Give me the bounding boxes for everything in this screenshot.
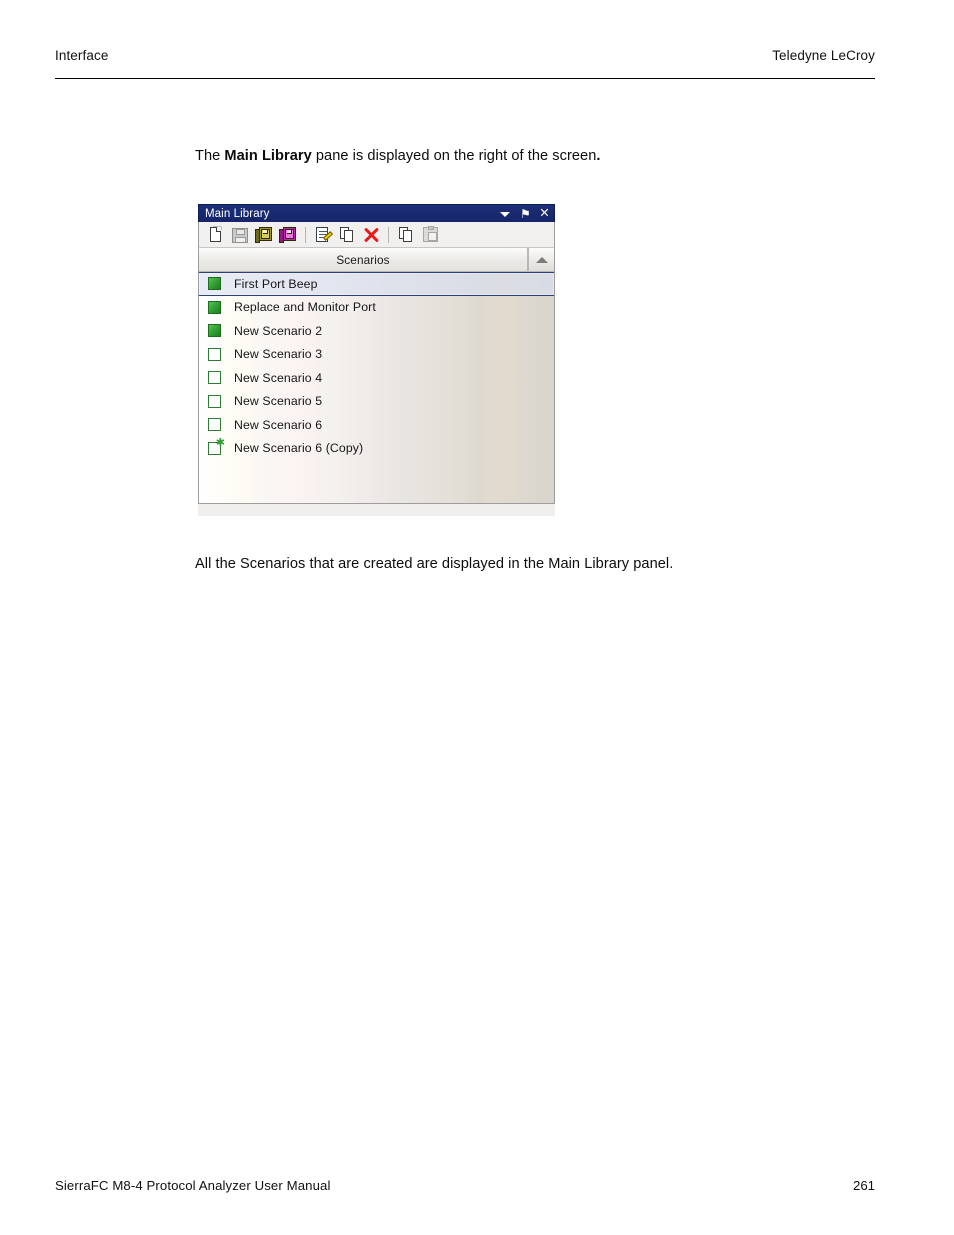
main-library-pane: Main Library ⚑ ✕ Scenarios First Port Be… [198,204,555,516]
titlebar-controls: ⚑ ✕ [500,205,550,223]
toolbar-separator [305,226,306,243]
save-icon-floppy [232,227,248,243]
caption-paragraph: All the Scenarios that are created are d… [195,556,674,572]
paste-icon-sheet [428,231,437,241]
dropdown-caret-icon[interactable] [500,207,511,221]
scenario-checkbox[interactable] [208,394,221,408]
list-item-label: New Scenario 6 [234,417,323,432]
page-header: Interface Teledyne LeCroy [55,48,875,78]
scenario-checkbox[interactable] [208,347,221,361]
open-library-icon-book [255,226,273,243]
paste-icon-clip [428,225,434,230]
copy-scenario-icon-pages [340,226,356,243]
list-item[interactable]: New Scenario 6 [199,413,554,437]
save-icon-shutter [236,228,245,235]
list-item-label: New Scenario 5 [234,394,323,409]
list-item[interactable]: ✱ New Scenario 6 (Copy) [199,437,554,461]
paste-icon-clipboard [423,225,438,242]
list-item-label: Replace and Monitor Port [234,300,376,315]
save-icon-label [235,236,246,242]
new-scenario-icon[interactable] [205,224,227,246]
list-column-header: Scenarios [198,248,555,272]
column-header-scenarios[interactable]: Scenarios [199,248,528,272]
main-library-toolbar [198,222,555,248]
page-number: 261 [852,1178,875,1193]
intro-period: . [596,148,601,164]
list-item-label: New Scenario 4 [234,370,323,385]
page-footer: SierraFC M8-4 Protocol Analyzer User Man… [55,1178,875,1200]
red-x-icon [363,227,379,243]
intro-paragraph: The Main Library pane is displayed on th… [195,146,600,166]
paste-icon[interactable] [419,224,441,246]
intro-suffix: pane is displayed on the right of the sc… [311,148,597,164]
pin-icon[interactable]: ⚑ [520,207,531,221]
sort-ascending-button[interactable] [528,248,554,272]
new-scenario-icon-page [210,226,221,242]
save-icon[interactable] [229,224,251,246]
header-section-title: Interface [55,48,109,63]
modified-asterisk-icon: ✱ [215,436,225,449]
list-item-label: First Port Beep [234,276,318,291]
open-library-icon[interactable] [253,224,275,246]
list-item[interactable]: New Scenario 5 [199,390,554,414]
toolbar-separator [388,226,389,243]
header-divider [55,78,875,79]
footer-document-title: SierraFC M8-4 Protocol Analyzer User Man… [55,1178,331,1193]
scenario-checkbox[interactable] [208,324,221,338]
duplicate-icon-page-front [403,229,412,242]
column-header-scenarios-label: Scenarios [336,252,390,267]
list-item[interactable]: New Scenario 3 [199,343,554,367]
pencil-icon-body [322,230,334,241]
scenario-list[interactable]: First Port Beep Replace and Monitor Port… [198,272,555,504]
intro-prefix: The [195,148,225,164]
scenario-checkbox[interactable] [208,277,221,291]
save-library-icon-book [279,226,297,243]
main-library-titlebar: Main Library ⚑ ✕ [198,204,555,222]
list-item-label: New Scenario 3 [234,347,323,362]
duplicate-icon-pages [399,226,415,243]
edit-scenario-icon[interactable] [312,224,334,246]
list-item-label: New Scenario 2 [234,323,323,338]
panel-title: Main Library [205,207,270,220]
list-item-label: New Scenario 6 (Copy) [234,441,364,456]
save-library-icon-disk [285,228,294,239]
delete-scenario-icon[interactable] [360,224,382,246]
scenario-checkbox[interactable] [208,371,221,385]
close-icon[interactable]: ✕ [539,207,550,221]
save-library-icon[interactable] [277,224,299,246]
scenario-checkbox[interactable] [208,418,221,432]
header-company-name: Teledyne LeCroy [772,48,875,63]
list-item[interactable]: New Scenario 4 [199,366,554,390]
list-item[interactable]: First Port Beep [199,272,554,296]
scenario-checkbox[interactable]: ✱ [208,437,225,455]
copy-scenario-icon[interactable] [336,224,358,246]
list-item[interactable]: New Scenario 2 [199,319,554,343]
scenario-checkbox[interactable] [208,300,221,314]
duplicate-icon[interactable] [395,224,417,246]
list-item[interactable]: Replace and Monitor Port [199,296,554,320]
pencil-icon [322,230,334,241]
open-library-icon-disk [261,228,270,239]
copy-scenario-icon-page-front [344,229,353,242]
intro-bold-term: Main Library [224,148,312,164]
